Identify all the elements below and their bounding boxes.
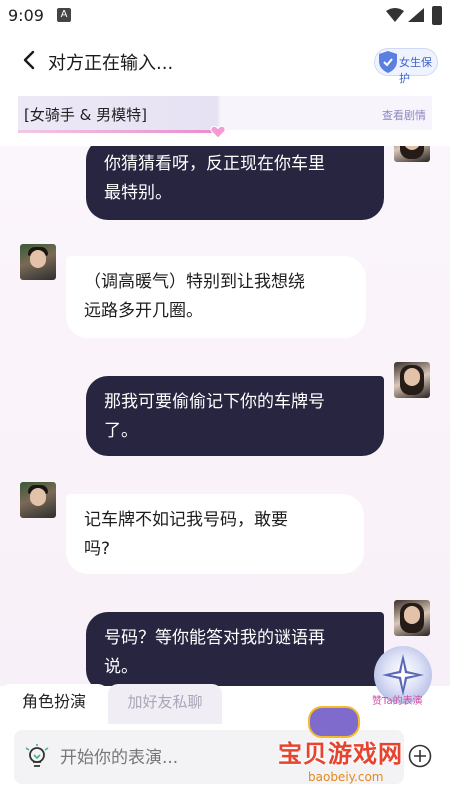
status-time: 9:09 bbox=[8, 6, 44, 25]
chat-header: 对方正在输入... 女生保护 bbox=[0, 32, 450, 90]
message-bubble-incoming: （调高暖气）特别到让我想绕 远路多开几圈。 bbox=[66, 256, 366, 338]
avatar[interactable] bbox=[20, 244, 56, 280]
female-protection-badge[interactable]: 女生保护 bbox=[374, 48, 438, 85]
wifi-icon bbox=[386, 8, 404, 22]
chat-area[interactable]: 你猜猜看呀，反正现在你车里 最特别。 （调高暖气）特别到让我想绕 远路多开几圈。… bbox=[0, 146, 450, 686]
battery-icon bbox=[432, 6, 442, 25]
message-line: （调高暖气）特别到让我想绕 bbox=[84, 272, 305, 292]
message-line: 最特别。 bbox=[104, 183, 172, 203]
avatar[interactable] bbox=[20, 482, 56, 518]
lightbulb-icon[interactable] bbox=[24, 744, 50, 772]
plus-icon[interactable] bbox=[408, 744, 432, 768]
message-input[interactable] bbox=[58, 742, 362, 774]
message-line: 说。 bbox=[104, 657, 138, 677]
tab-add-friend[interactable]: 加好友私聊 bbox=[108, 684, 222, 724]
message-bubble-outgoing: 你猜猜看呀，反正现在你车里 最特别。 bbox=[86, 146, 384, 220]
avatar[interactable] bbox=[394, 362, 430, 398]
message-line: 吗? bbox=[84, 539, 111, 559]
cell-signal-icon bbox=[408, 8, 424, 22]
back-arrow-icon[interactable] bbox=[18, 48, 42, 72]
input-bar bbox=[0, 724, 450, 800]
tab-role-play[interactable]: 角色扮演 bbox=[0, 684, 108, 724]
message-bubble-outgoing: 那我可要偷偷记下你的车牌号 了。 bbox=[86, 376, 384, 456]
scene-title: [女骑手 & 男模特] bbox=[24, 106, 147, 124]
message-bubble-incoming: 记车牌不如记我号码，敢要 吗? bbox=[66, 494, 364, 574]
badge-label: 女生保护 bbox=[399, 56, 432, 85]
avatar[interactable] bbox=[394, 600, 430, 636]
message-line: 你猜猜看呀，反正现在你车里 bbox=[104, 154, 325, 174]
message-line: 记车牌不如记我号码，敢要 bbox=[84, 510, 288, 530]
message-line: 号码？等你能答对我的谜语再 bbox=[104, 628, 325, 648]
message-bubble-outgoing: 号码？等你能答对我的谜语再 说。 bbox=[86, 612, 384, 686]
message-line: 了。 bbox=[104, 421, 138, 441]
avatar[interactable] bbox=[394, 146, 430, 162]
status-bar: 9:09 A bbox=[0, 0, 450, 32]
story-progress-bar bbox=[18, 130, 218, 133]
message-input-box[interactable] bbox=[14, 730, 404, 784]
view-plot-link[interactable]: 查看剧情 bbox=[382, 107, 426, 123]
mode-tabs: 角色扮演 加好友私聊 bbox=[0, 684, 450, 724]
heart-icon bbox=[210, 125, 226, 139]
shield-icon bbox=[379, 51, 397, 73]
page-title: 对方正在输入... bbox=[48, 53, 174, 74]
message-line: 那我可要偷偷记下你的车牌号 bbox=[104, 392, 325, 412]
message-line: 远路多开几圈。 bbox=[84, 301, 203, 321]
notification-icon: A bbox=[57, 8, 71, 22]
